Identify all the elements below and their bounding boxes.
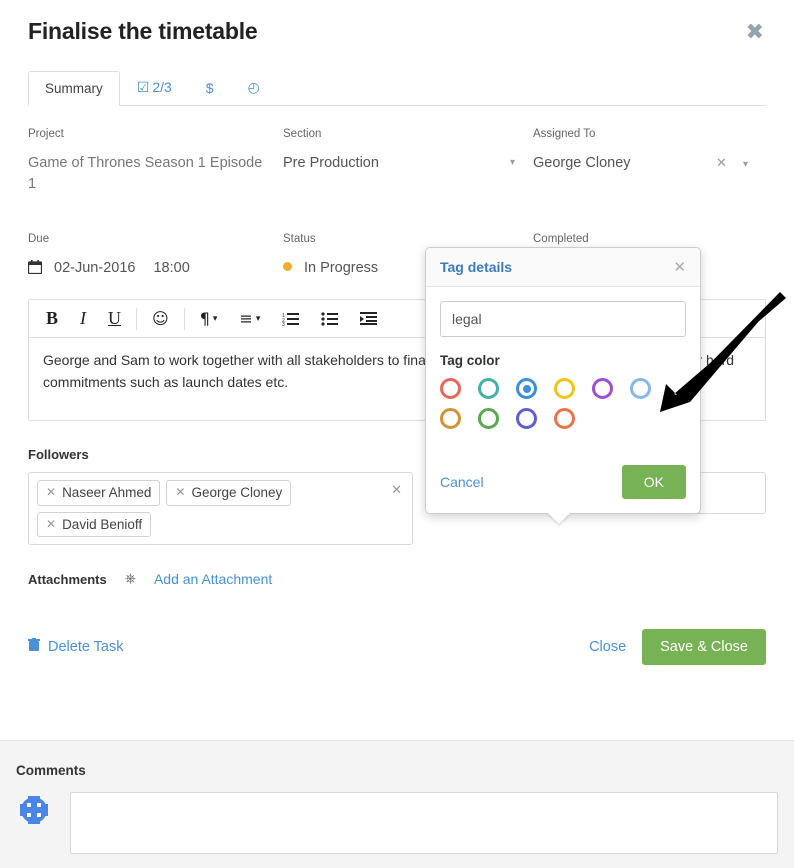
paperclip-icon: ⎈	[124, 571, 136, 588]
follower-token[interactable]: ✕ David Benioff	[37, 511, 152, 538]
svg-text:3: 3	[282, 322, 285, 326]
chevron-down-icon: ▾	[742, 159, 748, 170]
indent-icon[interactable]	[349, 300, 388, 337]
due-value[interactable]: 02-Jun-2016 18:00	[27, 258, 283, 281]
page-title: Finalise the timetable	[28, 18, 258, 44]
section-select[interactable]: Pre Production ▾	[283, 153, 533, 195]
title-row: Finalise the timetable ✖	[28, 0, 766, 48]
chevron-down-icon: ▾	[509, 157, 515, 169]
comment-input[interactable]	[70, 792, 778, 854]
due-label: Due	[28, 233, 50, 246]
tag-details-popup: Tag details ✕ Tag color Cancel OK	[425, 247, 701, 524]
italic-button[interactable]: I	[69, 300, 97, 337]
color-swatch-0[interactable]	[440, 378, 461, 399]
section-value: Pre Production	[283, 155, 379, 171]
close-icon[interactable]: ✕	[673, 258, 686, 276]
attachments-row: Attachments ⎈ Add an Attachment	[28, 571, 766, 587]
bold-button[interactable]: B	[35, 300, 69, 337]
cancel-button[interactable]: Cancel	[440, 474, 484, 490]
project-value: Game of Thrones Season 1 Episode 1	[28, 155, 263, 193]
divider	[136, 307, 138, 330]
calendar-icon	[27, 260, 43, 281]
due-date: 02-Jun-2016	[54, 260, 136, 277]
project-label: Project	[28, 128, 64, 140]
assigned-to-value: George Cloney	[533, 155, 631, 171]
align-button[interactable]: ≡ ▾	[228, 300, 271, 337]
attachments-label: Attachments	[28, 571, 107, 587]
paragraph-style-button[interactable]: ¶ ▾	[189, 300, 229, 337]
color-swatch-7[interactable]	[478, 408, 499, 429]
tag-popup-title: Tag details	[440, 259, 513, 275]
tab-cost[interactable]: $	[189, 70, 231, 106]
color-swatch-9[interactable]	[554, 408, 575, 429]
selected-dot	[522, 384, 531, 393]
tag-color-label: Tag color	[440, 353, 500, 368]
avatar	[16, 792, 52, 833]
trash-icon	[28, 638, 40, 656]
color-swatch-6[interactable]	[440, 408, 461, 429]
tab-time[interactable]: ◴	[231, 69, 277, 106]
footer-right-group: Close Save & Close	[589, 629, 766, 666]
assigned-to-select[interactable]: George Cloney ✕ ▾	[533, 153, 766, 195]
ok-button[interactable]: OK	[621, 465, 686, 499]
tag-popup-header: Tag details ✕	[426, 248, 700, 287]
align-icon: ≡	[239, 309, 253, 329]
status-dot-icon	[283, 262, 292, 272]
color-swatch-1[interactable]	[478, 378, 499, 399]
chevron-down-icon: ▾	[255, 313, 261, 324]
paragraph-icon: ¶	[199, 309, 210, 329]
remove-icon[interactable]: ✕	[46, 517, 56, 533]
delete-task-button[interactable]: Delete Task	[28, 638, 124, 656]
tab-bar: Summary ☑ 2/3 $ ◴	[28, 68, 766, 106]
clear-followers-icon[interactable]: ✕	[391, 483, 402, 498]
color-swatch-4[interactable]	[592, 378, 613, 399]
follower-token[interactable]: ✕ George Cloney	[166, 480, 292, 506]
close-icon[interactable]: ✖	[744, 18, 766, 48]
color-swatch-3[interactable]	[554, 378, 575, 399]
tab-summary[interactable]: Summary	[28, 71, 120, 106]
tag-popup-footer: Cancel OK	[426, 451, 700, 513]
color-swatch-2[interactable]	[516, 378, 537, 399]
popup-pointer	[548, 513, 570, 524]
follower-name: David Benioff	[62, 516, 143, 532]
divider	[183, 307, 185, 330]
remove-icon[interactable]: ✕	[46, 485, 56, 501]
tag-popup-body: Tag color	[426, 287, 700, 443]
emoji-icon[interactable]: ☺	[141, 300, 180, 337]
checkbox-icon: ☑	[136, 80, 150, 96]
ordered-list-icon[interactable]: 123	[271, 300, 310, 337]
color-swatch-8[interactable]	[516, 408, 537, 429]
follower-name: George Cloney	[191, 485, 283, 501]
underline-button[interactable]: U	[97, 300, 132, 337]
follower-name: Naseer Ahmed	[62, 485, 152, 501]
delete-task-label: Delete Task	[48, 639, 124, 656]
tab-checklist[interactable]: ☑ 2/3	[120, 69, 189, 106]
tag-name-input[interactable]	[440, 301, 686, 337]
assigned-to-label: Assigned To	[533, 128, 596, 140]
followers-label: Followers	[28, 447, 89, 463]
comments-label: Comments	[16, 763, 86, 778]
section-label: Section	[283, 128, 322, 140]
comment-composer	[16, 792, 778, 854]
footer-actions: Delete Task Close Save & Close	[28, 629, 766, 666]
tag-color-swatches	[440, 378, 686, 429]
close-button[interactable]: Close	[589, 639, 626, 655]
remove-icon[interactable]: ✕	[175, 485, 185, 501]
comments-section: Comments	[0, 740, 794, 868]
bullet-list-icon[interactable]	[310, 300, 349, 337]
add-attachment-link[interactable]: Add an Attachment	[154, 571, 272, 587]
chevron-down-icon: ▾	[212, 313, 218, 324]
followers-input[interactable]: ✕ Naseer Ahmed ✕ George Cloney ✕ David Beni…	[28, 472, 413, 546]
status-text: In Progress	[304, 260, 379, 277]
followers-section: Followers ✕ Naseer Ahmed ✕ George Cloney ✕…	[28, 447, 413, 546]
save-and-close-button[interactable]: Save & Close	[642, 629, 766, 666]
tab-checklist-label: 2/3	[152, 79, 172, 95]
due-time: 18:00	[153, 260, 190, 277]
color-swatch-5[interactable]	[630, 378, 651, 399]
follower-token[interactable]: ✕ Naseer Ahmed	[37, 480, 161, 506]
clear-assignee-icon[interactable]: ✕	[716, 156, 727, 171]
